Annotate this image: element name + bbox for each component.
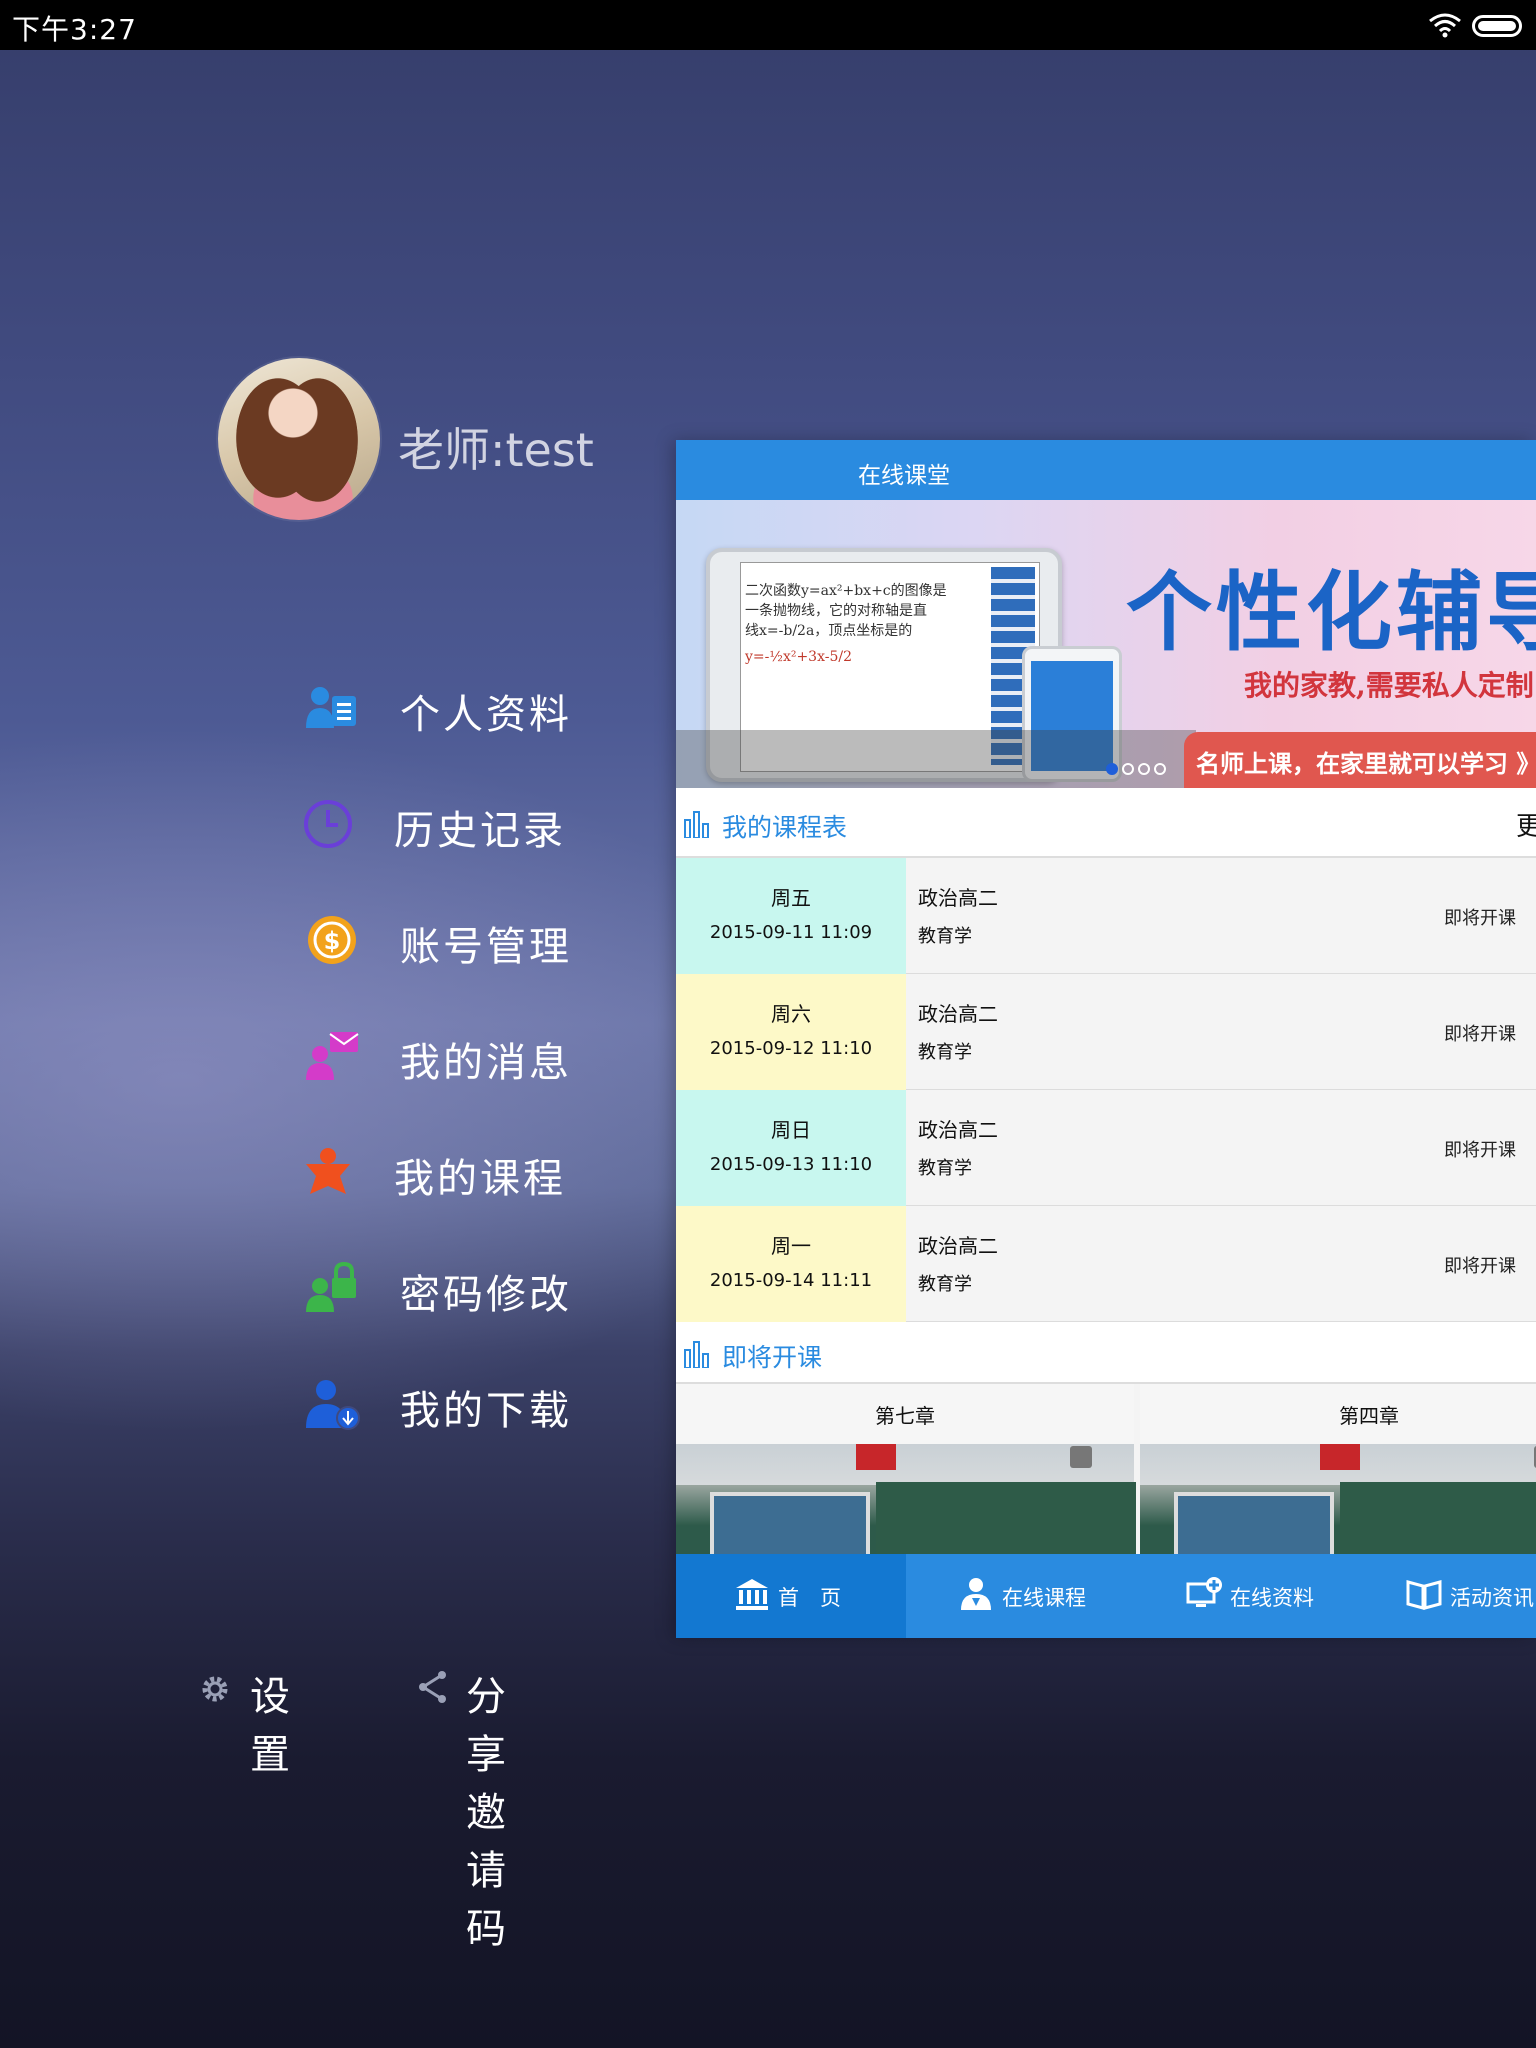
share-icon[interactable] xyxy=(416,1668,450,1706)
teacher-name: 老师:test xyxy=(398,423,594,477)
menu-label: 我的消息 xyxy=(400,1040,572,1086)
row-status: 即将开课 xyxy=(1444,908,1516,929)
row-day: 周五 xyxy=(771,886,811,910)
row-day: 周六 xyxy=(771,1002,811,1026)
menu-item-messages[interactable]: 我的消息 xyxy=(300,1020,660,1090)
tab-online-materials[interactable]: 在线资料 xyxy=(1136,1554,1366,1638)
menu-item-history[interactable]: 历史记录 xyxy=(300,788,660,858)
row-date: 2015-09-14 11:11 xyxy=(709,1270,873,1291)
schedule-title: 我的课程表 xyxy=(722,813,848,842)
menu-label: 我的课程 xyxy=(394,1156,566,1202)
menu-item-profile[interactable]: 个人资料 xyxy=(300,672,660,742)
book-icon xyxy=(1406,1580,1442,1610)
row-date: 2015-09-12 11:10 xyxy=(709,1038,873,1059)
banner-ribbon: 名师上课，在家里就可以学习 》 xyxy=(1184,732,1536,788)
menu-item-password[interactable]: 密码修改 xyxy=(300,1252,660,1322)
clock-icon xyxy=(304,800,352,848)
menu-label: 我的下载 xyxy=(400,1388,572,1434)
row-subject: 教育学 xyxy=(918,926,972,947)
row-subject: 教育学 xyxy=(918,1158,972,1179)
status-time: 下午3:27 xyxy=(12,13,137,46)
message-icon xyxy=(306,1032,359,1080)
app-panel: 在线课堂 二次函数y=ax²+bx+c的图像是 一条抛物线，它的对称轴是直 线x… xyxy=(676,440,1536,1638)
row-status: 即将开课 xyxy=(1444,1140,1516,1161)
more-link[interactable]: 更 xyxy=(1516,806,1536,843)
settings-link[interactable]: 设置 xyxy=(250,1664,304,1780)
bottom-tab-bar: 首 页 在线课程 在线资料 活动资讯 xyxy=(676,1554,1536,1638)
row-course-name: 政治高二 xyxy=(918,1002,998,1026)
app-bar: 在线课堂 xyxy=(676,440,1536,500)
row-subject: 教育学 xyxy=(918,1274,972,1295)
course-icon xyxy=(306,1148,350,1194)
row-course-name: 政治高二 xyxy=(918,886,998,910)
row-course-name: 政治高二 xyxy=(918,1118,998,1142)
wifi-icon xyxy=(1429,13,1461,38)
teacher-icon xyxy=(961,1578,991,1610)
tab-online-courses[interactable]: 在线课程 xyxy=(906,1554,1136,1638)
download-user-icon xyxy=(306,1380,360,1430)
banner-carousel[interactable]: 二次函数y=ax²+bx+c的图像是 一条抛物线，它的对称轴是直 线x=-b/2… xyxy=(676,500,1536,788)
schedule-header: 我的课程表 更 xyxy=(676,788,1536,858)
status-bar: 下午3:27 xyxy=(0,0,1536,50)
tab-label: 在线课程 xyxy=(1002,1586,1086,1610)
menu-label: 历史记录 xyxy=(394,808,566,854)
menu-item-account[interactable]: $ 账号管理 xyxy=(300,904,660,974)
profile-card-icon xyxy=(306,687,356,728)
row-course-name: 政治高二 xyxy=(918,1234,998,1258)
tab-label: 活动资讯 xyxy=(1450,1586,1534,1610)
tab-label: 在线资料 xyxy=(1230,1586,1314,1610)
banner-subline: 我的家教,需要私人定制 xyxy=(1244,669,1534,702)
tab-label: 首 页 xyxy=(778,1586,841,1610)
tab-home[interactable]: 首 页 xyxy=(676,1554,906,1638)
menu-label: 账号管理 xyxy=(400,924,572,970)
row-day: 周日 xyxy=(771,1118,811,1142)
upcoming-cards: 第七章 第四章 xyxy=(676,1384,1536,1580)
row-day: 周一 xyxy=(771,1234,811,1258)
share-invite-link[interactable]: 分享邀请码 xyxy=(466,1664,508,1954)
carousel-dots[interactable] xyxy=(1106,760,1170,779)
home-bank-icon xyxy=(736,1579,768,1610)
bar-chart-icon xyxy=(684,1341,709,1368)
row-date: 2015-09-11 11:09 xyxy=(709,922,873,943)
card-title: 第四章 xyxy=(1140,1384,1536,1444)
avatar[interactable] xyxy=(218,358,380,520)
schedule-row[interactable]: 周一 2015-09-14 11:11 政治高二 教育学 即将开课 xyxy=(676,1206,1536,1322)
upcoming-header: 即将开课 xyxy=(676,1322,1536,1384)
menu-item-courses[interactable]: 我的课程 xyxy=(300,1136,660,1206)
app-title: 在线课堂 xyxy=(858,463,950,489)
menu-item-downloads[interactable]: 我的下载 xyxy=(300,1368,660,1438)
lock-user-icon xyxy=(306,1262,356,1312)
menu-label: 密码修改 xyxy=(400,1272,572,1318)
upcoming-card[interactable]: 第七章 xyxy=(676,1384,1136,1580)
schedule-row[interactable]: 周五 2015-09-11 11:09 政治高二 教育学 即将开课 xyxy=(676,858,1536,974)
upcoming-card[interactable]: 第四章 xyxy=(1140,1384,1536,1580)
schedule-row[interactable]: 周日 2015-09-13 11:10 政治高二 教育学 即将开课 xyxy=(676,1090,1536,1206)
gear-icon[interactable] xyxy=(198,1672,232,1706)
row-status: 即将开课 xyxy=(1444,1024,1516,1045)
tab-activity-news[interactable]: 活动资讯 xyxy=(1366,1554,1536,1638)
row-status: 即将开课 xyxy=(1444,1256,1516,1277)
row-subject: 教育学 xyxy=(918,1042,972,1063)
bar-chart-icon xyxy=(684,811,709,838)
schedule-row[interactable]: 周六 2015-09-12 11:10 政治高二 教育学 即将开课 xyxy=(676,974,1536,1090)
monitor-plus-icon xyxy=(1186,1577,1222,1607)
battery-icon xyxy=(1472,15,1522,37)
dollar-coin-icon: $ xyxy=(308,916,356,964)
banner-formula: 二次函数y=ax²+bx+c的图像是 一条抛物线，它的对称轴是直 线x=-b/2… xyxy=(745,583,947,665)
menu-label: 个人资料 xyxy=(400,692,572,738)
card-title: 第七章 xyxy=(676,1384,1134,1444)
upcoming-title: 即将开课 xyxy=(722,1343,823,1372)
svg-text:$: $ xyxy=(324,927,341,955)
banner-headline: 个性化辅导 xyxy=(1126,563,1536,663)
row-date: 2015-09-13 11:10 xyxy=(709,1154,873,1175)
